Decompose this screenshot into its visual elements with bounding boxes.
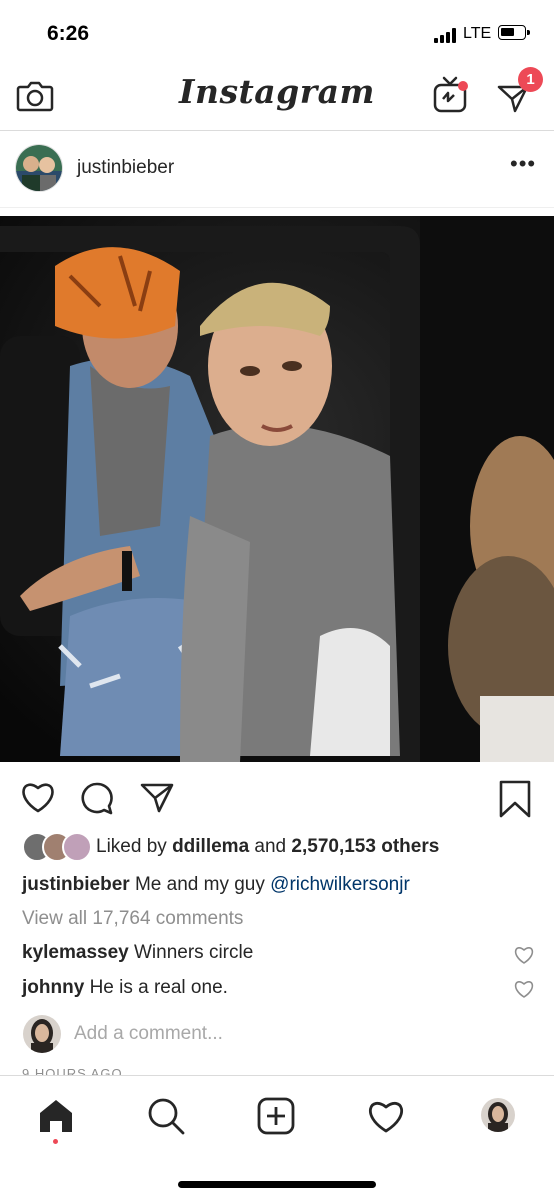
comment-text: He is a real one.	[89, 977, 228, 998]
post-caption: justinbieber Me and my guy @richwilkerso…	[22, 874, 410, 896]
add-comment-row: Add a comment...	[0, 1012, 554, 1058]
status-bar: 6:26 LTE	[0, 0, 554, 66]
comment-row: kylemassey Winners circle	[22, 942, 253, 964]
add-comment-input[interactable]: Add a comment...	[74, 1023, 223, 1045]
comment-icon[interactable]	[80, 781, 114, 815]
share-icon[interactable]	[139, 782, 175, 814]
home-icon[interactable]	[36, 1096, 76, 1136]
caption-username[interactable]: justinbieber	[22, 874, 130, 895]
view-all-comments-link[interactable]: View all 17,764 comments	[22, 908, 243, 930]
comment-like-icon[interactable]	[513, 979, 535, 999]
search-icon[interactable]	[146, 1096, 186, 1136]
signal-icon	[434, 27, 458, 43]
post-timestamp: 9 HOURS AGO	[22, 1066, 123, 1075]
home-indicator	[178, 1181, 376, 1188]
comment-text: Winners circle	[134, 942, 254, 963]
igtv-icon[interactable]	[432, 75, 468, 115]
activity-icon[interactable]	[366, 1096, 406, 1136]
battery-icon	[498, 25, 530, 40]
post-photo[interactable]	[0, 216, 554, 762]
likes-count[interactable]: 2,570,153 others	[291, 836, 439, 857]
top-navbar: Instagram	[0, 66, 554, 131]
bottom-tab-bar	[0, 1075, 554, 1201]
network-label: LTE	[463, 25, 492, 42]
liker-avatar	[62, 832, 92, 862]
new-post-icon[interactable]	[256, 1096, 296, 1136]
liker-username[interactable]: ddillema	[172, 836, 249, 857]
comment-username[interactable]: kylemassey	[22, 942, 129, 963]
caption-text: Me and my guy	[134, 874, 265, 895]
home-active-dot	[53, 1139, 58, 1144]
more-options-icon[interactable]: •••	[510, 151, 536, 177]
direct-badge: 1	[518, 67, 543, 92]
profile-avatar[interactable]	[481, 1098, 515, 1132]
bookmark-icon[interactable]	[498, 780, 532, 818]
comment-like-icon[interactable]	[513, 945, 535, 965]
comment-row: johnny He is a real one.	[22, 977, 228, 999]
heart-icon[interactable]	[20, 780, 56, 814]
post-header: justinbieber •••	[0, 131, 554, 208]
comment-username[interactable]: johnny	[22, 977, 84, 998]
likes-summary[interactable]: Liked by ddillema and 2,570,153 others	[0, 832, 554, 864]
likes-text: Liked by ddillema and 2,570,153 others	[96, 836, 440, 857]
avatar[interactable]	[15, 144, 63, 192]
post-username[interactable]: justinbieber	[77, 157, 174, 179]
status-time: 6:26	[47, 22, 90, 45]
caption-mention[interactable]: @richwilkersonjr	[270, 874, 410, 895]
post-actions	[0, 770, 554, 826]
avatar	[23, 1015, 61, 1053]
instagram-logo: Instagram	[179, 72, 375, 111]
